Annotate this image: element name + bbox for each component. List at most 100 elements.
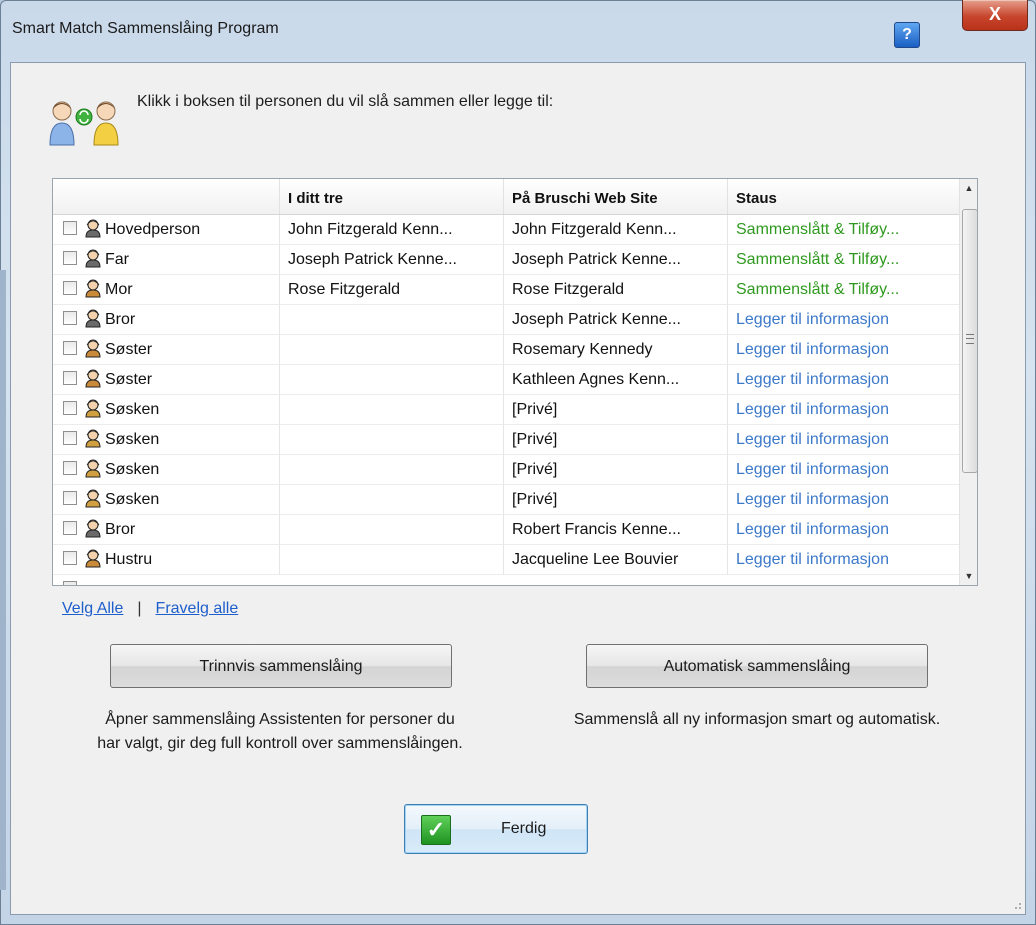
tree-name-cell: Joseph Patrick Kenne... bbox=[279, 245, 503, 275]
relation-cell: Søsken bbox=[53, 455, 279, 485]
tree-name-cell bbox=[279, 395, 503, 425]
row-checkbox[interactable] bbox=[63, 490, 77, 505]
relation-cell bbox=[53, 575, 279, 585]
relation-cell: Søsken bbox=[53, 425, 279, 455]
step-desc-line-2: har valgt, gir deg full kontroll over sa… bbox=[97, 735, 463, 752]
table-row[interactable]: Søsken [Privé] Legger til informasjon bbox=[53, 425, 959, 455]
row-checkbox[interactable] bbox=[63, 370, 77, 385]
site-name-cell: Kathleen Agnes Kenn... bbox=[503, 365, 727, 395]
person-unknown-icon bbox=[83, 428, 103, 448]
col-header-tree[interactable]: I ditt tre bbox=[279, 179, 503, 214]
row-checkbox[interactable] bbox=[63, 580, 77, 585]
table-row[interactable]: Søsken [Privé] Legger til informasjon bbox=[53, 455, 959, 485]
title-bar[interactable]: Smart Match Sammenslåing Program ? X bbox=[0, 0, 1036, 62]
status-cell: Legger til informasjon bbox=[727, 335, 959, 365]
relation-cell: Søster bbox=[53, 365, 279, 395]
status-cell: Legger til informasjon bbox=[727, 455, 959, 485]
window-left-edge bbox=[0, 270, 6, 890]
scroll-down-arrow-icon[interactable]: ▼ bbox=[960, 567, 977, 585]
status-cell: Sammenslått & Tilføy... bbox=[727, 275, 959, 305]
col-header-relation[interactable] bbox=[53, 179, 279, 214]
relation-label: Bror bbox=[105, 521, 136, 538]
step-desc-line-1: Åpner sammenslåing Assistenten for perso… bbox=[105, 711, 455, 728]
person-male-icon bbox=[83, 518, 103, 538]
relation-cell: Bror bbox=[53, 305, 279, 335]
site-name-cell: [Privé] bbox=[503, 425, 727, 455]
done-button[interactable]: ✓ Ferdig bbox=[404, 804, 588, 854]
table-row[interactable]: Bror Joseph Patrick Kenne... Legger til in… bbox=[53, 305, 959, 335]
table-row[interactable]: Hovedperson John Fitzgerald Kenn... John F… bbox=[53, 215, 959, 245]
merge-people-icon bbox=[49, 101, 119, 146]
row-checkbox[interactable] bbox=[63, 220, 77, 235]
col-header-site[interactable]: På Bruschi Web Site bbox=[503, 179, 727, 214]
step-merge-description: Åpner sammenslåing Assistenten for perso… bbox=[40, 708, 520, 756]
row-checkbox[interactable] bbox=[63, 280, 77, 295]
auto-merge-description: Sammenslå all ny informasjon smart og au… bbox=[573, 711, 941, 728]
relation-label: Far bbox=[105, 251, 129, 268]
selection-links: Velg Alle | Fravelg alle bbox=[62, 600, 238, 618]
status-cell: Legger til informasjon bbox=[727, 515, 959, 545]
resize-grip-icon[interactable] bbox=[1010, 898, 1022, 910]
table-row[interactable]: Far Joseph Patrick Kenne... Joseph Patrick… bbox=[53, 245, 959, 275]
relation-label: Søsken bbox=[105, 491, 160, 508]
scroll-thumb[interactable] bbox=[962, 209, 977, 473]
tree-name-cell bbox=[279, 335, 503, 365]
relation-cell: Hovedperson bbox=[53, 215, 279, 245]
status-cell: Legger til informasjon bbox=[727, 485, 959, 515]
relation-label: Hovedperson bbox=[105, 221, 201, 238]
tree-name-cell: Rose Fitzgerald bbox=[279, 275, 503, 305]
relation-cell: Hustru bbox=[53, 545, 279, 575]
row-checkbox[interactable] bbox=[63, 340, 77, 355]
table-row-partial bbox=[53, 575, 959, 585]
window-title: Smart Match Sammenslåing Program bbox=[12, 20, 279, 37]
col-header-status[interactable]: Staus bbox=[727, 179, 959, 214]
table-row[interactable]: Søsken [Privé] Legger til informasjon bbox=[53, 485, 959, 515]
site-name-cell: Jacqueline Lee Bouvier bbox=[503, 545, 727, 575]
person-female-icon bbox=[83, 338, 103, 358]
help-button[interactable]: ? bbox=[894, 22, 920, 48]
site-name-cell: [Privé] bbox=[503, 485, 727, 515]
deselect-all-link[interactable]: Fravelg alle bbox=[156, 600, 239, 617]
row-checkbox[interactable] bbox=[63, 550, 77, 565]
person-female-icon bbox=[83, 278, 103, 298]
table-row[interactable]: Bror Robert Francis Kenne... Legger til in… bbox=[53, 515, 959, 545]
tree-name-cell bbox=[279, 425, 503, 455]
close-button[interactable]: X bbox=[962, 0, 1028, 31]
merge-grid[interactable]: I ditt tre På Bruschi Web Site Staus Hov… bbox=[52, 178, 978, 586]
site-name-cell: Rose Fitzgerald bbox=[503, 275, 727, 305]
done-label: Ferdig bbox=[501, 820, 547, 837]
table-row[interactable]: Hustru Jacqueline Lee Bouvier Legger til i… bbox=[53, 545, 959, 575]
status-cell: Legger til informasjon bbox=[727, 395, 959, 425]
step-merge-button[interactable]: Trinnvis sammenslåing bbox=[110, 644, 452, 688]
tree-name-cell bbox=[279, 545, 503, 575]
scroll-up-arrow-icon[interactable]: ▲ bbox=[960, 179, 977, 197]
status-cell: Legger til informasjon bbox=[727, 545, 959, 575]
tree-name-cell bbox=[279, 365, 503, 395]
status-cell: Sammenslått & Tilføy... bbox=[727, 245, 959, 275]
row-checkbox[interactable] bbox=[63, 520, 77, 535]
person-female-icon bbox=[83, 548, 103, 568]
tree-name-cell: John Fitzgerald Kenn... bbox=[279, 215, 503, 245]
tree-name-cell bbox=[279, 515, 503, 545]
row-checkbox[interactable] bbox=[63, 310, 77, 325]
table-row[interactable]: Mor Rose Fitzgerald Rose Fitzgerald Sammens… bbox=[53, 275, 959, 305]
table-row[interactable]: Søsken [Privé] Legger til informasjon bbox=[53, 395, 959, 425]
relation-label: Søsken bbox=[105, 431, 160, 448]
row-checkbox[interactable] bbox=[63, 400, 77, 415]
site-name-cell: John Fitzgerald Kenn... bbox=[503, 215, 727, 245]
tree-name-cell bbox=[279, 305, 503, 335]
person-unknown-icon bbox=[83, 458, 103, 478]
auto-merge-button[interactable]: Automatisk sammenslåing bbox=[586, 644, 928, 688]
table-row[interactable]: Søster Rosemary Kennedy Legger til informa… bbox=[53, 335, 959, 365]
relation-label: Søster bbox=[105, 371, 153, 388]
scroll-grip-icon bbox=[966, 334, 974, 344]
row-checkbox[interactable] bbox=[63, 460, 77, 475]
row-checkbox[interactable] bbox=[63, 430, 77, 445]
vertical-scrollbar[interactable]: ▲ ▼ bbox=[959, 179, 977, 585]
site-name-cell: [Privé] bbox=[503, 395, 727, 425]
table-row[interactable]: Søster Kathleen Agnes Kenn... Legger til i… bbox=[53, 365, 959, 395]
row-checkbox[interactable] bbox=[63, 250, 77, 265]
select-all-link[interactable]: Velg Alle bbox=[62, 600, 123, 617]
status-cell: Legger til informasjon bbox=[727, 305, 959, 335]
grid-header: I ditt tre På Bruschi Web Site Staus bbox=[53, 179, 959, 215]
